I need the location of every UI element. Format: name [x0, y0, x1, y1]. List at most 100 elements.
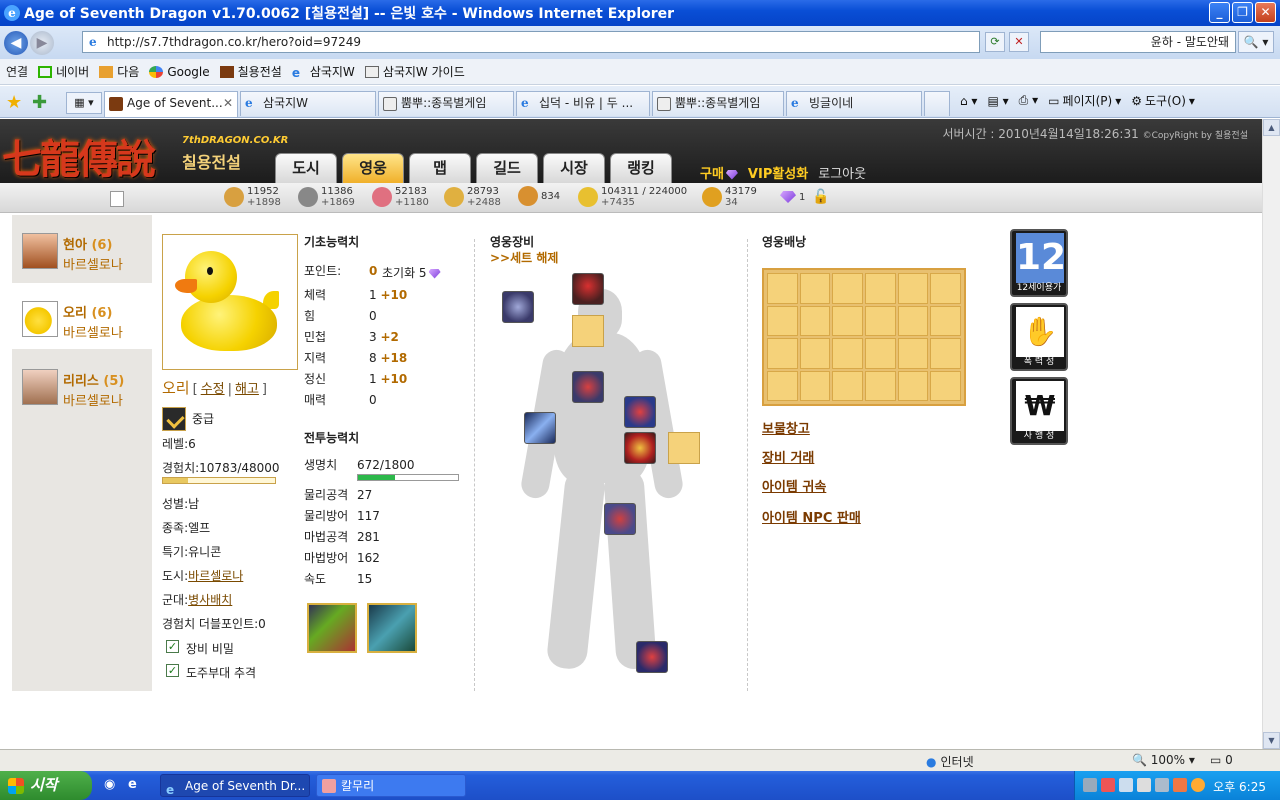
link-samgukji-guide[interactable]: 삼국지W 가이드 — [364, 63, 465, 80]
popup-blocker[interactable]: ▭ 0 — [1210, 753, 1233, 767]
inventory-slot[interactable] — [864, 273, 896, 304]
menu-tab-market[interactable]: 시장 — [543, 153, 605, 183]
link-samgukji[interactable]: e 삼국지W — [292, 63, 355, 80]
inventory-slot[interactable] — [897, 338, 929, 369]
tray-app-icon[interactable] — [1173, 778, 1187, 792]
reset-link[interactable]: 초기화 5 — [382, 264, 441, 281]
inventory-slot[interactable] — [767, 338, 798, 369]
feeds-icon[interactable]: ▤ ▾ — [987, 94, 1008, 108]
show-desktop-icon[interactable]: ◉ — [104, 777, 120, 793]
buy-link[interactable]: 구매 — [700, 163, 738, 182]
equip-armor[interactable] — [572, 371, 604, 403]
link-7dragon[interactable]: 칠용전설 — [219, 63, 282, 80]
favorites-star-icon[interactable]: ★ — [6, 92, 22, 113]
refresh-icon[interactable]: ⟳ — [985, 32, 1005, 52]
tab-close-icon[interactable]: ✕ — [223, 92, 233, 115]
inventory-slot[interactable] — [930, 370, 961, 401]
inventory-slot[interactable] — [930, 273, 961, 304]
close-button[interactable]: ✕ — [1255, 2, 1276, 23]
equip-trade-link[interactable]: 장비 거래 — [762, 447, 814, 466]
zoom-control[interactable]: 🔍 100% ▾ — [1132, 753, 1195, 767]
inventory-slot[interactable] — [832, 370, 863, 401]
task-ie[interactable]: e Age of Seventh Dr... — [160, 774, 310, 797]
maximize-button[interactable]: ❐ — [1232, 2, 1253, 23]
tray-app-icon[interactable] — [1191, 778, 1205, 792]
equip-shoulder[interactable] — [502, 291, 534, 323]
task-kalmuri[interactable]: 칼무리 — [316, 774, 466, 797]
item-npc-sell-link[interactable]: 아이템 NPC 판매 — [762, 507, 861, 526]
scroll-up-icon[interactable]: ▲ — [1263, 119, 1280, 136]
home-icon[interactable]: ⌂ ▾ — [960, 94, 977, 108]
equip-secret-checkbox[interactable]: ✓ — [166, 640, 179, 653]
tab-age-of-seventh[interactable]: Age of Sevent... ✕ — [104, 91, 238, 117]
equip-gloves[interactable] — [624, 396, 656, 428]
security-zone[interactable]: ● 인터넷 — [926, 753, 974, 770]
tools-menu[interactable]: ⚙ 도구(O) ▾ — [1131, 92, 1195, 109]
vertical-scrollbar[interactable]: ▲ ▼ — [1262, 119, 1280, 749]
inventory-slot[interactable] — [864, 370, 896, 401]
document-icon[interactable] — [110, 191, 124, 207]
tab-ppomppu-2[interactable]: 뿜뿌::종목별게임 — [652, 91, 784, 116]
treasury-link[interactable]: 보물창고 — [762, 418, 810, 437]
inventory-slot[interactable] — [930, 338, 961, 369]
inventory-slot[interactable] — [930, 305, 961, 336]
minimize-button[interactable]: _ — [1209, 2, 1230, 23]
inventory-slot[interactable] — [799, 370, 831, 401]
hero-list-item[interactable]: 리리스 (5) 바르셀로나 — [12, 351, 152, 417]
inventory-slot[interactable] — [799, 338, 831, 369]
tab-ppomppu-1[interactable]: 뿜뿌::종목별게임 — [378, 91, 514, 116]
inventory-slot[interactable] — [864, 338, 896, 369]
search-button[interactable]: 🔍 ▾ — [1238, 31, 1274, 53]
hero-list-item[interactable]: 오리 (6) 바르셀로나 — [12, 283, 152, 349]
scroll-down-icon[interactable]: ▼ — [1263, 732, 1280, 749]
print-icon[interactable]: ⎙ ▾ — [1019, 93, 1038, 108]
ie-quicklaunch-icon[interactable]: e — [128, 777, 144, 793]
equip-boots[interactable] — [636, 641, 668, 673]
edit-link[interactable]: 수정 — [201, 378, 225, 397]
logout-link[interactable]: 로그아웃 — [818, 163, 866, 182]
equip-slot-empty[interactable] — [668, 432, 700, 464]
tray-app-icon[interactable] — [1101, 778, 1115, 792]
menu-tab-map[interactable]: 맵 — [409, 153, 471, 183]
add-favorite-icon[interactable]: ✚ — [32, 92, 47, 113]
url-input[interactable]: http://s7.7thdragon.co.kr/hero?oid=97249 — [82, 31, 980, 53]
inventory-slot[interactable] — [832, 273, 863, 304]
menu-tab-ranking[interactable]: 랭킹 — [610, 153, 672, 183]
hero-city-link[interactable]: 바르셀로나 — [188, 569, 243, 583]
equip-ring[interactable] — [624, 432, 656, 464]
chase-checkbox[interactable]: ✓ — [166, 664, 179, 677]
hero-army-link[interactable]: 병사배치 — [188, 593, 232, 607]
tab-sipdeok[interactable]: e 십덕 - 비유 | 두 ... — [516, 91, 650, 116]
game-logo[interactable]: 七龍傳說 — [2, 127, 156, 185]
start-button[interactable]: 시작 — [0, 771, 92, 800]
inventory-slot[interactable] — [897, 370, 929, 401]
tab-binggeul[interactable]: e 빙글이네 — [786, 91, 922, 116]
menu-tab-guild[interactable]: 길드 — [476, 153, 538, 183]
equip-pants[interactable] — [604, 503, 636, 535]
skill-slot[interactable] — [367, 603, 417, 653]
link-google[interactable]: Google — [149, 65, 210, 79]
new-tab-button[interactable] — [924, 91, 950, 116]
inventory-slot[interactable] — [799, 305, 831, 336]
tray-app-icon[interactable] — [1083, 778, 1097, 792]
equip-weapon[interactable] — [524, 412, 556, 444]
inventory-slot[interactable] — [897, 273, 929, 304]
link-daum[interactable]: 다음 — [99, 63, 139, 80]
inventory-slot[interactable] — [767, 305, 798, 336]
inventory-slot[interactable] — [832, 305, 863, 336]
tray-app-icon[interactable] — [1137, 778, 1151, 792]
menu-tab-city[interactable]: 도시 — [275, 153, 337, 183]
inventory-slot[interactable] — [767, 273, 798, 304]
back-button[interactable]: ◀ — [4, 30, 28, 55]
tray-app-icon[interactable] — [1119, 778, 1133, 792]
quick-tabs-button[interactable]: ▦ ▾ — [66, 92, 102, 114]
menu-tab-hero[interactable]: 영웅 — [342, 153, 404, 183]
inventory-slot[interactable] — [832, 338, 863, 369]
search-input[interactable]: 윤하 - 말도안돼 — [1040, 31, 1236, 53]
lock-icon[interactable]: 🔓 — [812, 190, 829, 204]
dismiss-link[interactable]: 해고 — [235, 378, 259, 397]
hero-list-item[interactable]: 현아 (6) 바르셀로나 — [12, 215, 152, 281]
forward-button[interactable]: ▶ — [30, 30, 54, 55]
stop-icon[interactable]: ✕ — [1009, 32, 1029, 52]
item-bind-link[interactable]: 아이템 귀속 — [762, 476, 826, 495]
